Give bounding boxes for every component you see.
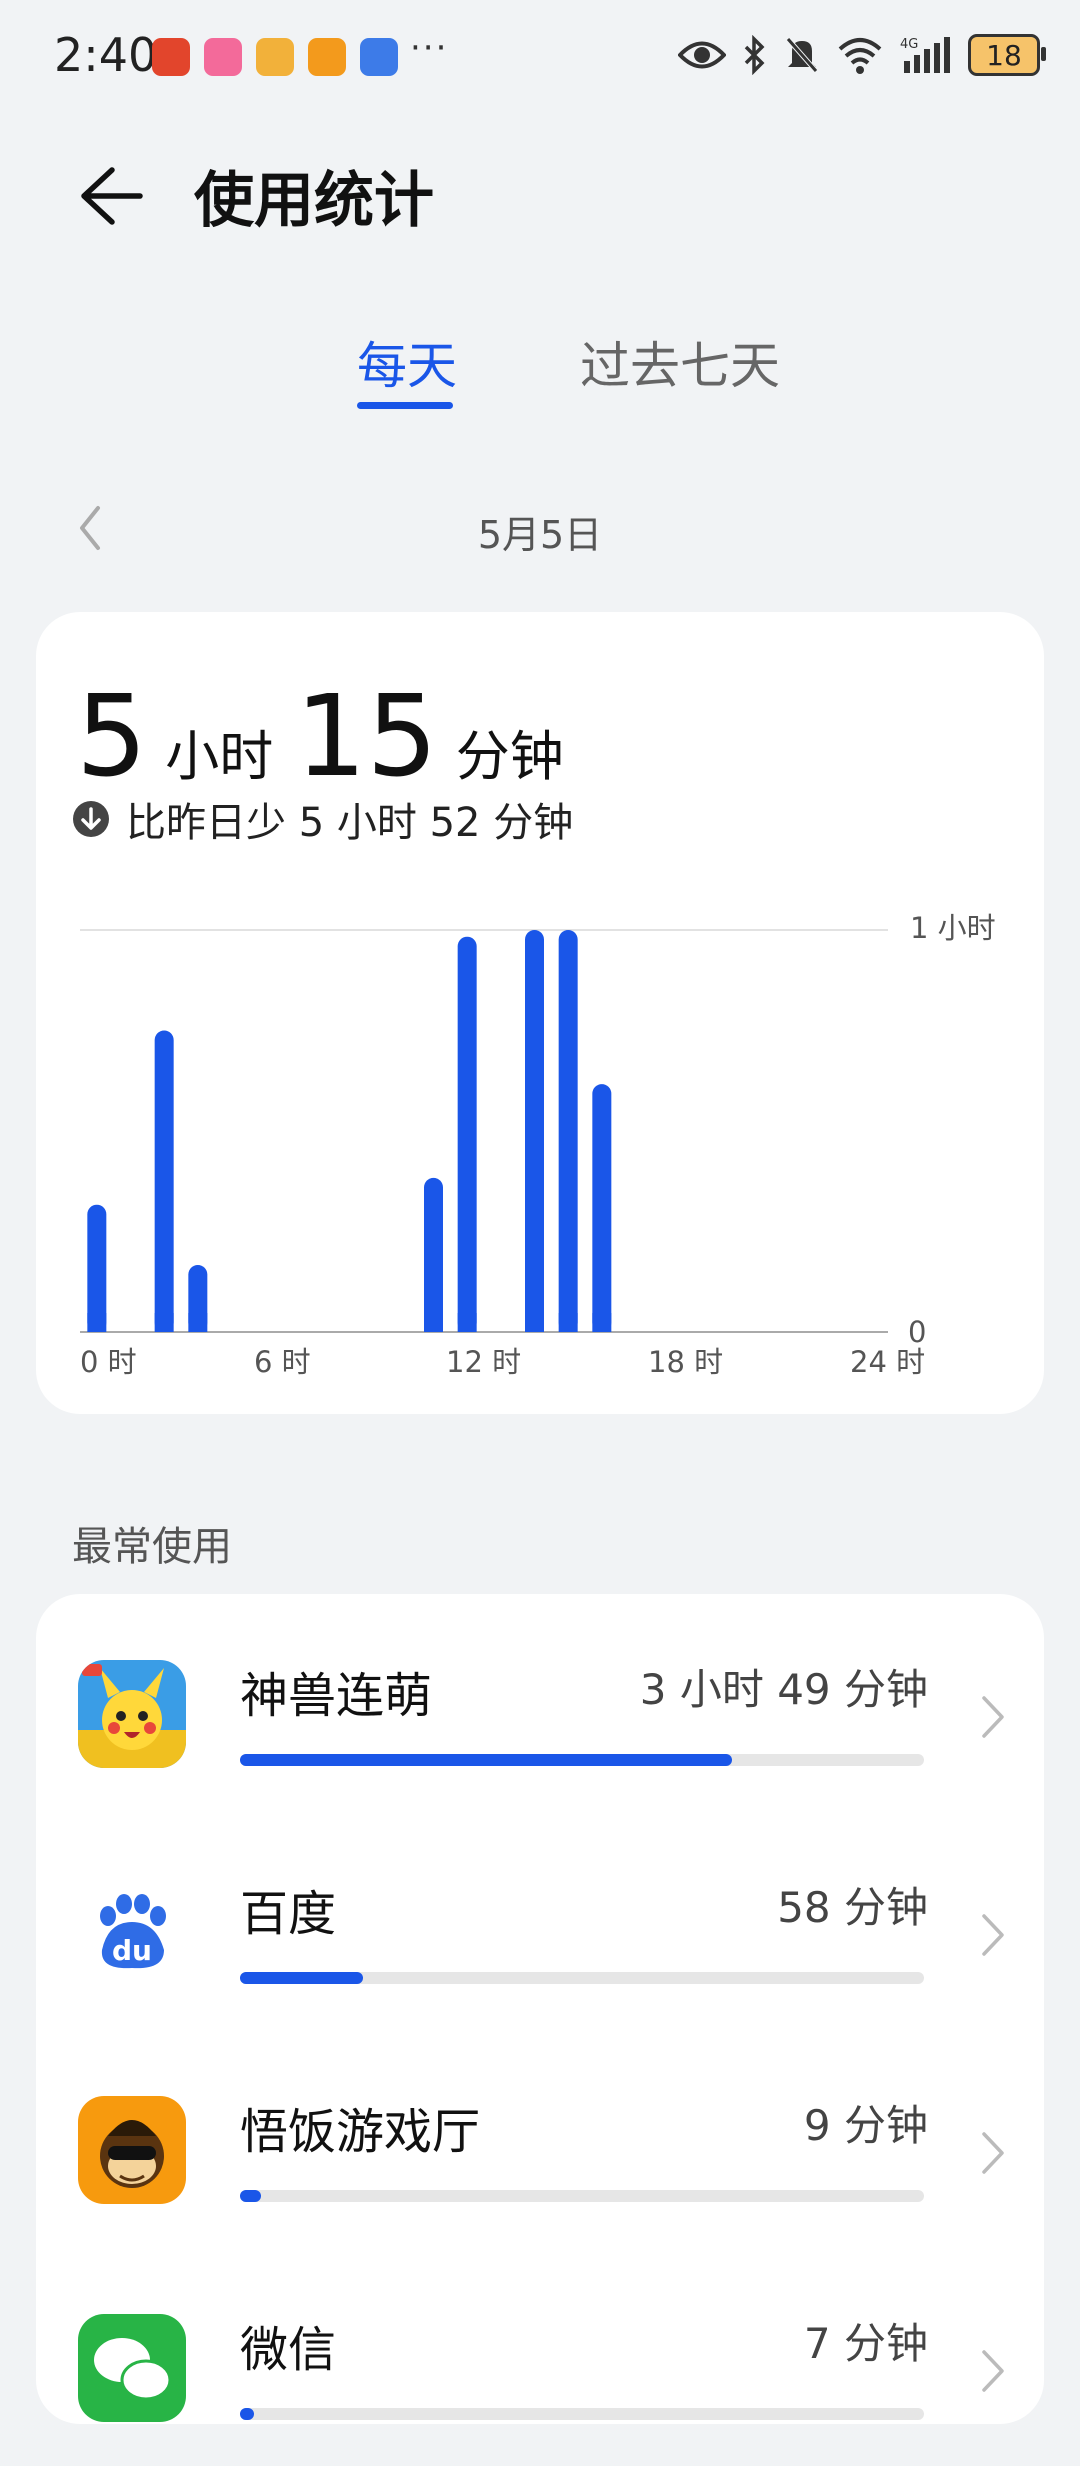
chart-bar [154,1030,174,1332]
network-type-label: 4G [900,37,918,52]
chart-bar [592,1084,612,1332]
orange-app-icon [308,38,346,76]
eye-icon [678,41,726,69]
x-tick-6: 6 时 [254,1345,311,1379]
y-tick-zero: 0 [908,1315,926,1349]
app-usage-time: 9 分钟 [803,2101,928,2150]
bilibili-icon [204,38,242,76]
chart-bar [558,930,578,1332]
chart-bar [424,1177,443,1332]
chart-bar-base [87,1313,107,1332]
hourly-usage-chart: 1 小时 0 0 时 6 时 12 时 18 时 24 时 [80,911,996,1379]
app-usage-time: 58 分钟 [777,1883,928,1932]
status-time: 2:40 [54,28,158,82]
wifi-icon [838,38,882,74]
usage-progress-fill [240,1972,364,1984]
usage-progress-track [240,1754,924,1766]
app-usage-time: 7 分钟 [803,2319,928,2368]
app-row-wufan[interactable]: 悟饭游戏厅 9 分钟 [36,2030,1044,2248]
chart-bar-base [154,1313,174,1332]
system-icons: 4G 18 [678,34,1046,76]
status-bar: 2:40 ··· 4G 18 [0,0,1080,110]
baidu-icon: du [78,1878,186,1986]
x-tick-0: 0 时 [80,1345,137,1379]
chart-bars [87,930,612,1332]
chart-bar-base [457,1313,477,1332]
battery-level: 18 [986,38,1022,72]
app-name: 百度 [240,1886,337,1942]
tab-past-seven-days[interactable]: 过去七天 [580,326,780,398]
chart-bar [87,1204,107,1332]
game-controller-app-icon [360,38,398,76]
app-row-baidu[interactable]: du 百度 58 分钟 [36,1812,1044,2030]
wechat-icon [78,2314,186,2422]
most-used-section-label: 最常使用 [72,1524,232,1570]
music-app-icon [256,38,294,76]
chart-bar-base [592,1313,612,1332]
wufan-game-icon [78,2096,186,2204]
y-tick-max: 1 小时 [910,911,996,945]
chart-bar-base [558,1313,578,1332]
chevron-right-icon [982,1696,1004,1738]
pikachu-game-icon [78,1660,186,1768]
chevron-right-icon [982,2132,1004,2174]
chart-bar [457,936,477,1332]
tab-daily[interactable]: 每天 [357,326,457,398]
chevron-right-icon [982,1914,1004,1956]
app-usage-list: 神兽连萌 3 小时 49 分钟 du 百度 58 分钟 悟饭游戏厅 9 分钟 微… [36,1594,1044,2424]
svg-text:du: du [112,1934,152,1967]
app-name: 神兽连萌 [240,1668,433,1724]
mute-icon [786,37,818,73]
usage-progress-track [240,2408,924,2420]
x-tick-12: 12 时 [446,1345,521,1379]
app-name: 微信 [240,2322,337,2378]
signal-icon: 4G [900,37,950,73]
usage-progress-track [240,2190,924,2202]
usage-summary-card: 5 小时 15 分钟 比昨日少 5 小时 52 分钟 1 小时 0 0 时 6 … [36,612,1044,1414]
app-row-shenshou[interactable]: 神兽连萌 3 小时 49 分钟 [36,1594,1044,1812]
bluetooth-icon [744,35,765,75]
active-tab-indicator [357,402,453,409]
date-label: 5月5日 [477,513,603,557]
page-title: 使用统计 [194,166,434,236]
battery-icon: 18 [968,34,1046,76]
usage-progress-track [240,1972,924,1984]
usage-progress-fill [240,1754,733,1766]
app-row-wechat[interactable]: 微信 7 分钟 [36,2248,1044,2466]
x-tick-18: 18 时 [648,1345,723,1379]
usage-progress-fill [240,2408,254,2420]
x-tick-24: 24 时 [850,1345,925,1379]
back-arrow-icon[interactable] [72,160,144,232]
chart-bar [525,930,544,1332]
app-name: 悟饭游戏厅 [240,2104,481,2160]
usage-progress-fill [240,2190,261,2202]
notification-app-icon [152,38,190,76]
notification-icons [152,38,398,76]
app-usage-time: 3 小时 49 分钟 [639,1665,928,1714]
more-notifications-icon: ··· [410,28,449,68]
chart-bar-base [424,1313,443,1332]
chart-bar-base [188,1313,208,1332]
chart-bar-base [525,1313,544,1332]
chevron-right-icon [982,2350,1004,2392]
